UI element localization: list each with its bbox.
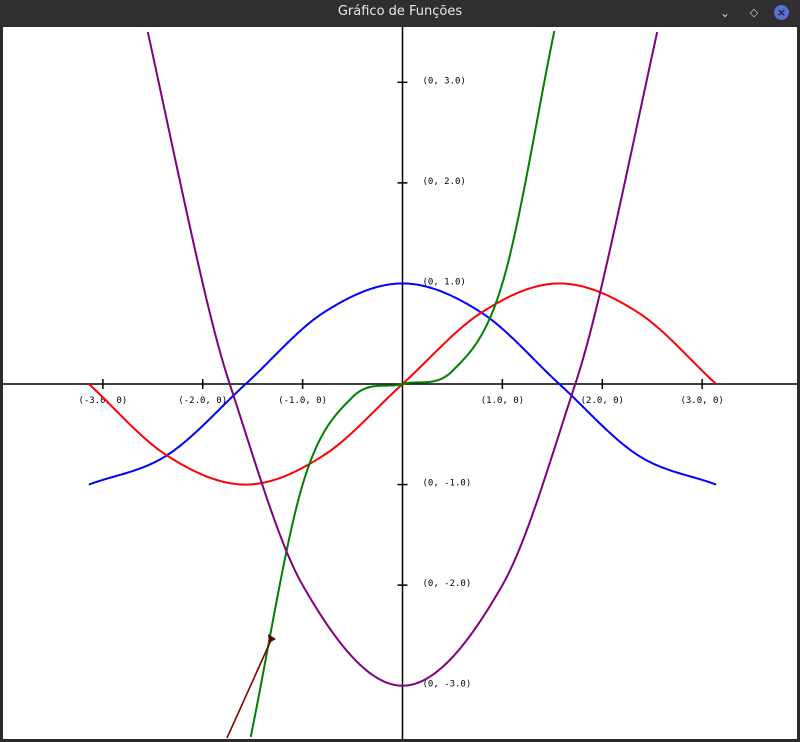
mouse-cursor-icon: [226, 634, 276, 739]
y-tick-label: (0, 3.0): [422, 76, 465, 86]
window-title: Gráfico de Funções: [337, 4, 463, 19]
plot-canvas: (-3.0, 0) (-2.0, 0) (-1.0, 0) (1.0, 0) (2.0,…: [3, 27, 797, 739]
minimize-icon[interactable]: ⌄: [717, 5, 733, 21]
y-tick-label: (0, -1.0): [422, 479, 471, 489]
maximize-icon[interactable]: ◇: [746, 5, 762, 21]
y-tick-label: (0, -2.0): [422, 579, 471, 589]
x-tick-label: (-2.0, 0): [178, 396, 227, 406]
window-titlebar: Gráfico de Funções ⌄ ◇ ×: [0, 0, 800, 26]
x-tick-label: (-1.0, 0): [278, 396, 327, 406]
x-tick-label: (1.0, 0): [481, 396, 524, 406]
y-tick-label: (0, 2.0): [422, 177, 465, 187]
close-icon[interactable]: ×: [774, 5, 789, 20]
y-tick-label: (0, 1.0): [422, 277, 465, 287]
function-plot: (-3.0, 0) (-2.0, 0) (-1.0, 0) (1.0, 0) (2.0,…: [3, 27, 797, 739]
x-tick-label: (3.0, 0): [680, 396, 723, 406]
x-tick-label: (2.0, 0): [581, 396, 624, 406]
y-tick-label: (0, -3.0): [422, 680, 471, 690]
